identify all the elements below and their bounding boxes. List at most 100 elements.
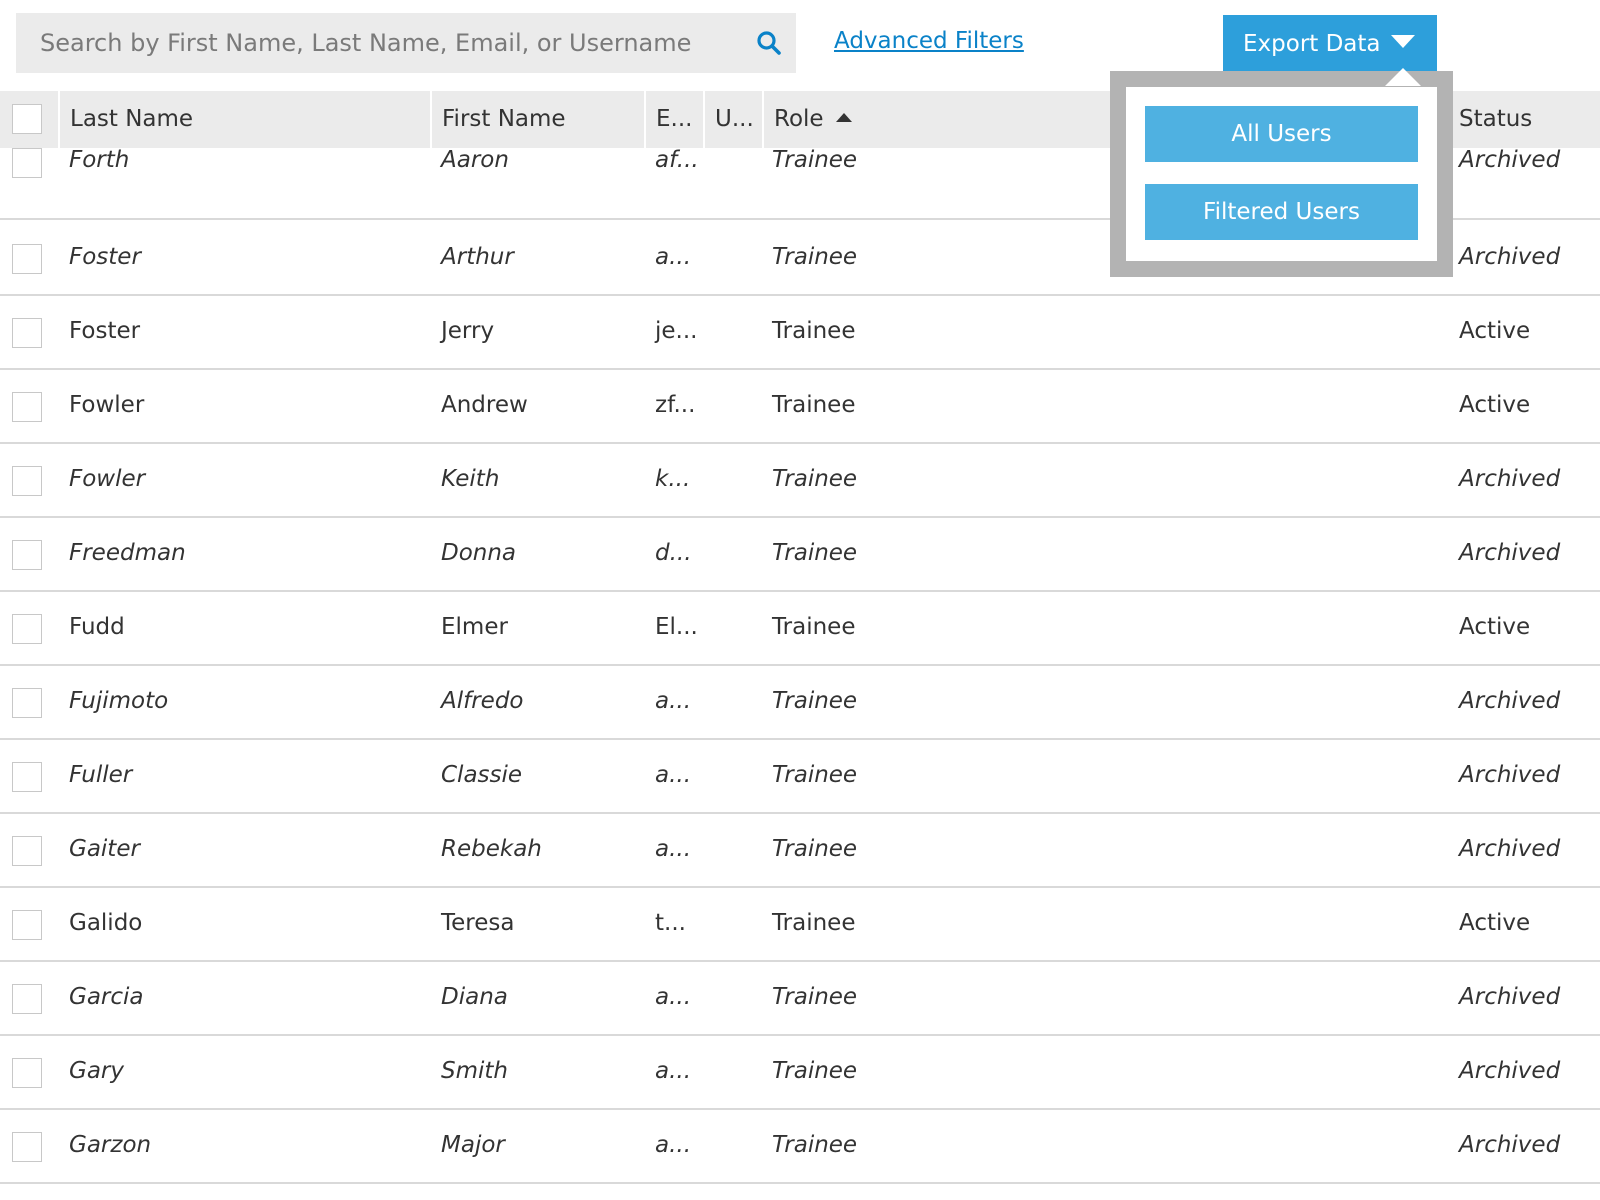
cell-status: Active: [1459, 318, 1531, 344]
cell-first-name: Teresa: [441, 910, 515, 936]
cell-role: Trainee: [772, 244, 858, 270]
row-checkbox[interactable]: [12, 540, 42, 570]
row-checkbox[interactable]: [12, 614, 42, 644]
table-row[interactable]: Garzon Major a... Trainee Archived: [0, 1110, 1600, 1184]
cell-first-name: Alfredo: [441, 688, 524, 714]
advanced-filters-link[interactable]: Advanced Filters: [834, 28, 1024, 54]
cell-first-name: Diana: [441, 984, 508, 1010]
cell-role: Trainee: [772, 836, 858, 862]
cell-role: Trainee: [772, 1132, 858, 1158]
cell-status: Archived: [1459, 540, 1561, 566]
table-row[interactable]: Fowler Andrew zf... Trainee Active: [0, 370, 1600, 444]
table-row[interactable]: Foster Jerry je... Trainee Active: [0, 296, 1600, 370]
cell-role: Trainee: [772, 688, 858, 714]
cell-last-name: Foster: [69, 244, 141, 270]
cell-last-name: Galido: [69, 910, 143, 936]
cell-first-name: Donna: [441, 540, 517, 566]
table-row[interactable]: Freedman Donna d... Trainee Archived: [0, 518, 1600, 592]
table-row[interactable]: Fujimoto Alfredo a... Trainee Archived: [0, 666, 1600, 740]
cell-role: Trainee: [772, 1058, 858, 1084]
row-checkbox[interactable]: [12, 244, 42, 274]
export-data-button[interactable]: Export Data: [1223, 15, 1437, 73]
cell-status: Active: [1459, 910, 1531, 936]
cell-role: Trainee: [772, 318, 856, 344]
cell-last-name: Foster: [69, 318, 141, 344]
cell-first-name: Classie: [441, 762, 523, 788]
sort-ascending-icon: [835, 113, 852, 122]
row-checkbox[interactable]: [12, 1132, 42, 1162]
cell-status: Archived: [1459, 466, 1561, 492]
column-header-role-label: Role: [774, 106, 824, 132]
table-row[interactable]: Fuller Classie a... Trainee Archived: [0, 740, 1600, 814]
cell-role: Trainee: [772, 147, 858, 173]
table-row[interactable]: Galido Teresa t... Trainee Active: [0, 888, 1600, 962]
table-row[interactable]: Fudd Elmer El... Trainee Active: [0, 592, 1600, 666]
cell-first-name: Major: [441, 1132, 505, 1158]
cell-last-name: Forth: [69, 147, 130, 173]
cell-last-name: Garcia: [69, 984, 144, 1010]
cell-email: k...: [655, 466, 691, 492]
cell-last-name: Fudd: [69, 614, 125, 640]
cell-email: El...: [655, 614, 698, 640]
row-checkbox[interactable]: [12, 318, 42, 348]
cell-last-name: Fuller: [69, 762, 133, 788]
row-checkbox[interactable]: [12, 910, 42, 940]
export-filtered-users-button[interactable]: Filtered Users: [1145, 184, 1418, 240]
select-all-checkbox[interactable]: [12, 104, 42, 134]
cell-email: a...: [655, 688, 692, 714]
cell-role: Trainee: [772, 540, 858, 566]
row-checkbox[interactable]: [12, 148, 42, 178]
cell-status: Archived: [1459, 762, 1561, 788]
row-checkbox[interactable]: [12, 392, 42, 422]
cell-role: Trainee: [772, 614, 856, 640]
row-checkbox[interactable]: [12, 466, 42, 496]
cell-email: zf...: [655, 392, 696, 418]
row-checkbox[interactable]: [12, 984, 42, 1014]
cell-status: Archived: [1459, 244, 1561, 270]
cell-email: je...: [655, 318, 698, 344]
cell-role: Trainee: [772, 910, 856, 936]
cell-status: Active: [1459, 614, 1531, 640]
export-data-label: Export Data: [1243, 31, 1381, 57]
row-checkbox[interactable]: [12, 688, 42, 718]
table-row[interactable]: Gaiter Rebekah a... Trainee Archived: [0, 814, 1600, 888]
cell-status: Archived: [1459, 836, 1561, 862]
cell-first-name: Keith: [441, 466, 500, 492]
cell-email: a...: [655, 984, 692, 1010]
export-all-users-button[interactable]: All Users: [1145, 106, 1418, 162]
search-icon[interactable]: [756, 30, 782, 56]
row-checkbox[interactable]: [12, 836, 42, 866]
cell-email: t...: [655, 910, 686, 936]
cell-email: a...: [655, 244, 692, 270]
table-row[interactable]: Gary Smith a... Trainee Archived: [0, 1036, 1600, 1110]
table-row[interactable]: Fowler Keith k... Trainee Archived: [0, 444, 1600, 518]
cell-status: Archived: [1459, 1058, 1561, 1084]
cell-last-name: Gary: [69, 1058, 124, 1084]
table-row[interactable]: Garcia Diana a... Trainee Archived: [0, 962, 1600, 1036]
cell-email: af...: [655, 147, 699, 173]
dropdown-pointer: [1385, 68, 1421, 86]
cell-last-name: Garzon: [69, 1132, 152, 1158]
cell-first-name: Rebekah: [441, 836, 542, 862]
cell-email: d...: [655, 540, 692, 566]
cell-email: a...: [655, 836, 692, 862]
cell-email: a...: [655, 762, 692, 788]
cell-status: Archived: [1459, 984, 1561, 1010]
cell-role: Trainee: [772, 392, 856, 418]
cell-status: Archived: [1459, 147, 1561, 173]
search-box: [16, 13, 796, 73]
cell-first-name: Aaron: [441, 147, 509, 173]
cell-first-name: Andrew: [441, 392, 528, 418]
cell-last-name: Fujimoto: [69, 688, 169, 714]
search-input[interactable]: [16, 13, 736, 73]
cell-first-name: Smith: [441, 1058, 508, 1084]
export-dropdown-menu: All Users Filtered Users: [1110, 71, 1453, 277]
caret-down-icon: [1391, 35, 1415, 48]
cell-status: Archived: [1459, 1132, 1561, 1158]
row-checkbox[interactable]: [12, 762, 42, 792]
cell-status: Active: [1459, 392, 1531, 418]
cell-first-name: Jerry: [441, 318, 495, 344]
row-checkbox[interactable]: [12, 1058, 42, 1088]
cell-last-name: Gaiter: [69, 836, 140, 862]
cell-first-name: Arthur: [441, 244, 514, 270]
